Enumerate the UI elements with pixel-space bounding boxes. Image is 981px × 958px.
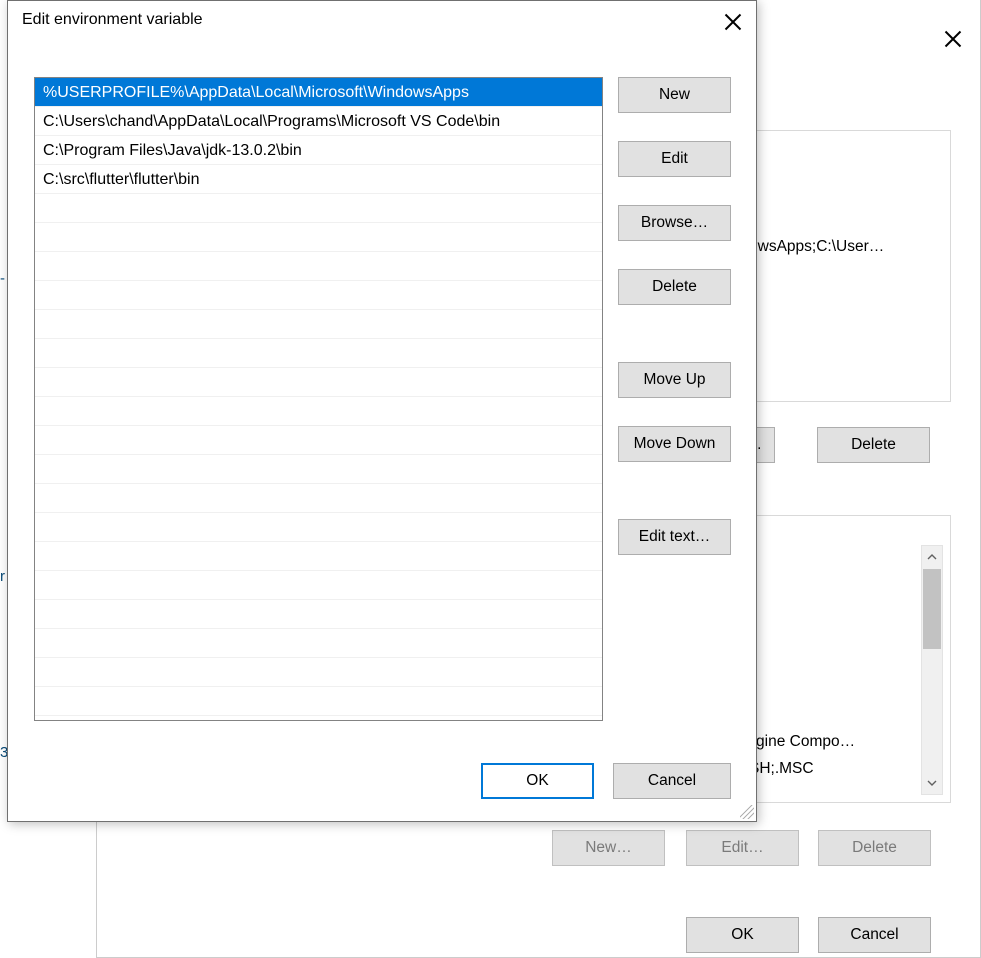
button-label: OK	[526, 772, 548, 790]
button-label: OK	[731, 926, 753, 944]
path-entry-row[interactable]	[35, 194, 602, 223]
scroll-up-icon[interactable]	[922, 546, 942, 568]
pathext-value-fragment: SH;.MSC	[749, 760, 919, 778]
path-entry-row[interactable]	[35, 513, 602, 542]
button-label: New…	[585, 839, 632, 857]
system-vars-scrollbar[interactable]	[921, 545, 943, 795]
cancel-button[interactable]: Cancel	[613, 763, 731, 799]
button-label: Edit text…	[639, 528, 711, 546]
path-entry-row[interactable]	[35, 629, 602, 658]
button-label: Delete	[852, 839, 897, 857]
path-entry-row[interactable]	[35, 339, 602, 368]
delete-system-var-button: Delete	[818, 830, 931, 866]
gutter-char: -	[0, 270, 5, 287]
path-entry-row[interactable]	[35, 687, 602, 716]
new-button[interactable]: New	[618, 77, 731, 113]
path-entry-row[interactable]	[35, 252, 602, 281]
bg-ok-button[interactable]: OK	[686, 917, 799, 953]
path-entry-row[interactable]	[35, 542, 602, 571]
edit-text-button[interactable]: Edit text…	[618, 519, 731, 555]
button-label: Edit…	[721, 839, 763, 857]
button-label: Browse…	[641, 214, 708, 232]
browse-button[interactable]: Browse…	[618, 205, 731, 241]
button-label: Move Up	[643, 371, 705, 389]
path-entry-row[interactable]	[35, 484, 602, 513]
path-entry-row[interactable]	[35, 368, 602, 397]
bg-cancel-button[interactable]: Cancel	[818, 917, 931, 953]
resize-grip-icon[interactable]	[740, 805, 754, 819]
path-entry-row[interactable]: C:\Users\chand\AppData\Local\Programs\Mi…	[35, 107, 602, 136]
button-label: Delete	[652, 278, 697, 296]
edit-env-variable-dialog: Edit environment variable %USERPROFILE%\…	[7, 0, 757, 822]
move-up-button[interactable]: Move Up	[618, 362, 731, 398]
gutter-char: r	[0, 568, 5, 585]
move-down-button[interactable]: Move Down	[618, 426, 731, 462]
path-entries-listbox[interactable]: %USERPROFILE%\AppData\Local\Microsoft\Wi…	[34, 77, 603, 721]
button-label: Edit	[661, 150, 688, 168]
close-icon[interactable]	[724, 13, 742, 31]
button-label: Delete	[851, 436, 896, 454]
button-label: New	[659, 86, 690, 104]
delete-button[interactable]: Delete	[618, 269, 731, 305]
path-entry-row[interactable]	[35, 600, 602, 629]
edit-system-var-button: Edit…	[686, 830, 799, 866]
path-entry-row[interactable]	[35, 397, 602, 426]
button-label: Cancel	[648, 772, 696, 790]
path-entry-row[interactable]	[35, 310, 602, 339]
system-var-value-fragment: it Engine Compo…	[725, 733, 945, 751]
path-entry-row[interactable]: C:\Program Files\Java\jdk-13.0.2\bin	[35, 136, 602, 165]
path-value-fragment: owsApps;C:\User…	[749, 238, 949, 256]
edit-button[interactable]: Edit	[618, 141, 731, 177]
button-label: Cancel	[850, 926, 898, 944]
scroll-thumb[interactable]	[923, 569, 941, 649]
delete-user-var-button[interactable]: Delete	[817, 427, 930, 463]
path-entry-row[interactable]	[35, 281, 602, 310]
button-label: Move Down	[634, 435, 716, 453]
path-entry-row[interactable]	[35, 455, 602, 484]
new-system-var-button: New…	[552, 830, 665, 866]
path-entry-row[interactable]	[35, 571, 602, 600]
scroll-down-icon[interactable]	[922, 772, 942, 794]
dialog-title: Edit environment variable	[22, 11, 203, 29]
path-entry-row[interactable]	[35, 223, 602, 252]
path-entry-row[interactable]: C:\src\flutter\flutter\bin	[35, 165, 602, 194]
path-entry-row[interactable]	[35, 658, 602, 687]
close-icon[interactable]	[944, 30, 962, 48]
path-entry-row[interactable]	[35, 426, 602, 455]
path-entry-row[interactable]: %USERPROFILE%\AppData\Local\Microsoft\Wi…	[35, 78, 602, 107]
ok-button[interactable]: OK	[481, 763, 594, 799]
